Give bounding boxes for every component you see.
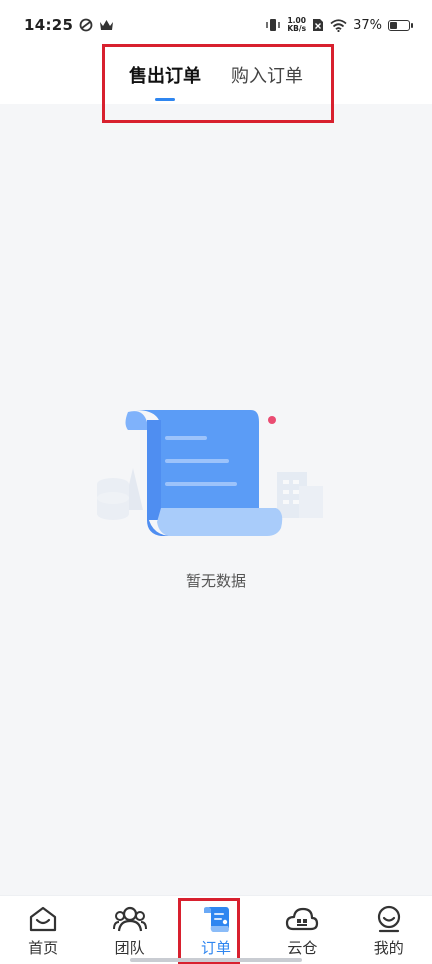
- tab-purchased-orders[interactable]: 购入订单: [231, 62, 303, 104]
- nav-item-profile[interactable]: 我的: [346, 896, 432, 964]
- network-speed: 1.00 KB/s: [287, 17, 306, 33]
- nav-item-home[interactable]: 首页: [0, 896, 86, 964]
- status-time: 14:25: [24, 16, 74, 34]
- order-tab-header: 售出订单 购入订单: [0, 44, 432, 123]
- tab-sold-orders[interactable]: 售出订单: [129, 62, 201, 104]
- home-indicator[interactable]: [130, 958, 302, 962]
- nav-item-team[interactable]: 团队: [87, 896, 173, 964]
- battery-icon: [388, 19, 413, 31]
- vibrate-icon: [265, 18, 281, 32]
- tab-label: 售出订单: [129, 66, 201, 87]
- team-icon: [112, 904, 147, 934]
- tab-label: 购入订单: [231, 66, 303, 87]
- profile-icon: [372, 904, 406, 934]
- status-bar: 14:25 1.00 KB/s 37%: [0, 0, 432, 50]
- active-tab-indicator: [155, 98, 175, 101]
- no-sim-icon: [312, 18, 324, 32]
- cloud-warehouse-icon: [285, 904, 319, 934]
- sync-icon: [79, 18, 93, 32]
- nav-label: 首页: [28, 939, 59, 957]
- home-icon: [26, 904, 60, 934]
- battery-percent: 37%: [353, 17, 382, 33]
- nav-highlight-box: [178, 898, 240, 964]
- empty-state: 暂无数据: [0, 400, 432, 591]
- empty-state-text: 暂无数据: [185, 572, 246, 590]
- crown-icon: [99, 19, 114, 31]
- nav-label: 我的: [373, 939, 404, 957]
- status-right: 1.00 KB/s 37%: [265, 17, 413, 33]
- speed-unit: KB/s: [287, 24, 307, 33]
- nav-label: 云仓: [287, 939, 318, 957]
- wifi-icon: [330, 18, 347, 32]
- empty-scroll-illustration: [97, 410, 323, 536]
- status-left: 14:25: [24, 16, 114, 34]
- nav-label: 团队: [114, 939, 145, 957]
- nav-item-cloud-warehouse[interactable]: 云仓: [259, 896, 345, 964]
- battery-level: [390, 21, 397, 29]
